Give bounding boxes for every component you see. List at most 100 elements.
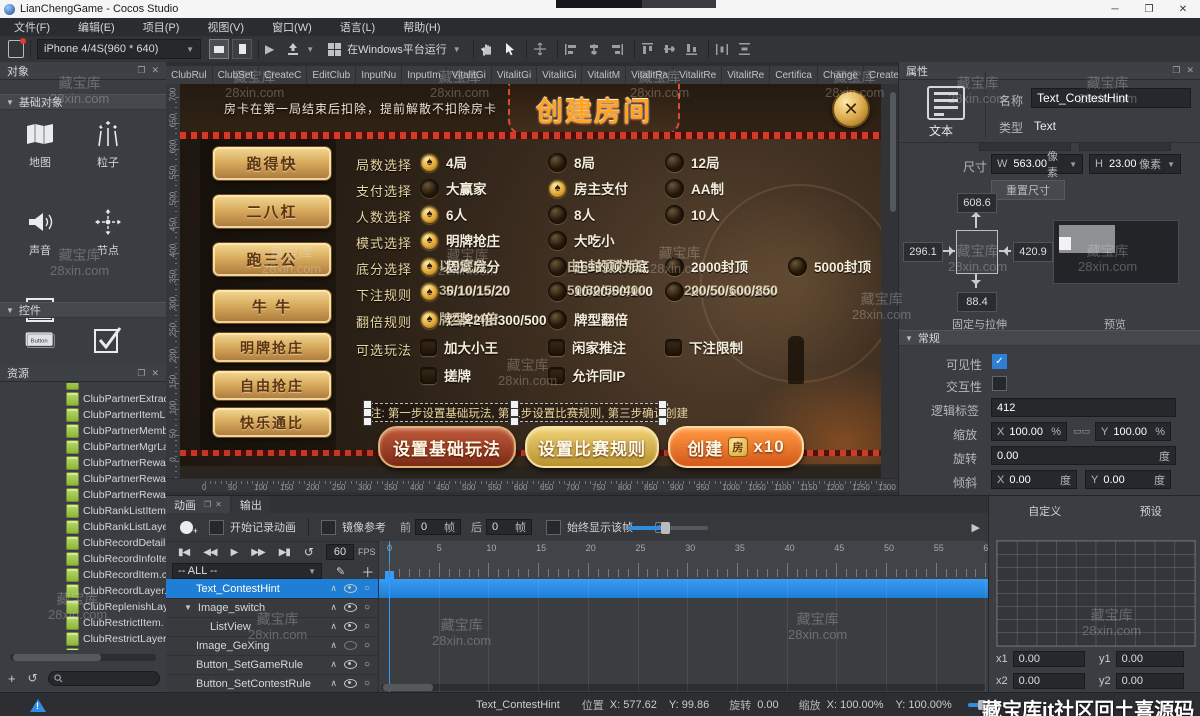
checkbox-icon[interactable]	[420, 367, 437, 384]
minimize-button[interactable]: ─	[1098, 4, 1132, 15]
curve-field-input[interactable]: 0.00	[1116, 651, 1184, 667]
last-frame-icon[interactable]: ▶▮	[279, 547, 290, 558]
resource-item[interactable]: ClubPartnerRewa	[0, 487, 166, 503]
menu-item-4[interactable]: 窗口(W)	[258, 18, 326, 36]
option-radio[interactable]: ♠固定底分以9底分	[420, 256, 500, 276]
document-tab-12[interactable]: VitalitRe	[722, 66, 769, 84]
add-animation-icon[interactable]: ＋	[361, 562, 374, 581]
game-type-button-1[interactable]: 二八杠	[212, 194, 332, 229]
timeline-track-Text_ContestHint[interactable]: Text_ContestHint∧○	[166, 579, 378, 599]
lock-icon[interactable]: ○	[364, 583, 370, 594]
radio-selected-icon[interactable]: ♠	[420, 282, 439, 301]
align-bottom-icon[interactable]	[685, 39, 698, 59]
interactive-checkbox[interactable]	[992, 376, 1007, 391]
option-radio[interactable]: 20/50/100/200200/50/600/850	[665, 282, 777, 301]
align-left-icon[interactable]	[564, 39, 578, 59]
skew-x-input[interactable]: X 0.00 度	[991, 470, 1077, 489]
first-frame-icon[interactable]: ▮◀	[178, 547, 189, 558]
document-tab-15[interactable]: CreateF	[864, 66, 898, 84]
radio-selected-icon[interactable]: ♠	[420, 205, 439, 224]
option-radio[interactable]: 5000封顶	[788, 256, 871, 276]
fast-forward-icon[interactable]: ▶▶	[251, 547, 264, 558]
publish-icon[interactable]	[286, 39, 300, 59]
radio-icon[interactable]	[548, 153, 567, 172]
option-radio[interactable]: 大吃小	[548, 230, 615, 250]
document-tab-13[interactable]: Certifica	[770, 66, 817, 84]
curve-editor-grid[interactable]	[996, 540, 1196, 647]
restore-button[interactable]: ❐	[1132, 4, 1166, 15]
document-tab-14[interactable]: Change	[818, 66, 863, 84]
selection-handle[interactable]	[658, 408, 667, 417]
tab-custom-curve[interactable]: 自定义	[1028, 503, 1061, 519]
visibility-eye-icon[interactable]	[344, 603, 357, 612]
chevron-down-icon[interactable]: ▼	[1167, 160, 1175, 169]
collapse-track-icon[interactable]: ∧	[330, 678, 337, 689]
timeline-track-Image_switch[interactable]: ▼Image_switch∧○	[166, 598, 378, 618]
anchor-bottom-value[interactable]: 88.4	[957, 292, 997, 312]
document-tab-5[interactable]: InputIm	[402, 66, 445, 84]
name-input[interactable]: Text_ContestHint	[1031, 88, 1191, 108]
option-radio[interactable]: AA制	[665, 178, 724, 198]
tab-output[interactable]: 输出	[232, 496, 270, 513]
mirror-checkbox[interactable]	[321, 520, 336, 535]
checkbox-icon[interactable]	[548, 367, 565, 384]
resource-item[interactable]: ClubRoomItemGr	[0, 647, 166, 650]
menu-item-5[interactable]: 语言(L)	[326, 18, 389, 36]
option-checkbox[interactable]: 加大小王	[420, 337, 498, 357]
resource-item[interactable]: ClubRecordDetailI	[0, 535, 166, 551]
resource-item[interactable]: ClubRecordLayer.	[0, 583, 166, 599]
visible-checkbox[interactable]: ✓	[992, 354, 1007, 369]
game-type-button-4[interactable]: 明牌抢庄	[212, 332, 332, 363]
close-panel-icon[interactable]: ✕	[215, 500, 222, 509]
option-checkbox[interactable]: 搓牌	[420, 365, 471, 385]
close-panel-icon[interactable]: ✕	[151, 368, 159, 379]
scale-x-input[interactable]: X 100.00 %	[991, 422, 1067, 441]
lock-icon[interactable]: ○	[364, 602, 370, 613]
align-top-icon[interactable]	[641, 39, 654, 59]
resource-item[interactable]: ClubPartnerItemL	[0, 407, 166, 423]
radio-icon[interactable]	[548, 231, 567, 250]
object-item-node[interactable]: 节点	[78, 208, 138, 258]
collapse-track-icon[interactable]: ∧	[330, 659, 337, 670]
track-filter-select[interactable]: -- ALL -- ▼	[172, 563, 322, 579]
anchor-right-value[interactable]: 420.9	[1013, 242, 1053, 262]
resource-item[interactable]: ClubRankListItem.	[0, 503, 166, 519]
option-checkbox[interactable]: 闲家推注	[548, 337, 626, 357]
next-frame-icon[interactable]: ▶	[972, 521, 980, 534]
document-tab-9[interactable]: VitalitM	[582, 66, 625, 84]
prev-frame-icon[interactable]: ◀◀	[203, 547, 216, 558]
section-basic-objects[interactable]: ▼基础对象	[0, 94, 166, 110]
resource-item[interactable]: ClubRecordInfoIte	[0, 551, 166, 567]
tab-preset-curve[interactable]: 预设	[1140, 503, 1162, 519]
radio-selected-icon[interactable]: ♠	[420, 310, 439, 329]
timeline-track-Button_SetGameRule[interactable]: Button_SetGameRule∧○	[166, 655, 378, 675]
document-tab-2[interactable]: CreateC	[259, 66, 306, 84]
expander-icon[interactable]: ▼	[184, 603, 192, 612]
game-type-button-6[interactable]: 快乐通比	[212, 407, 332, 438]
option-radio[interactable]: ♠6人	[420, 204, 467, 224]
collapse-track-icon[interactable]: ∧	[330, 583, 337, 594]
canvas-vscrollbar[interactable]	[890, 92, 896, 212]
select-tool-icon[interactable]	[504, 39, 516, 59]
lock-icon[interactable]: ○	[364, 659, 370, 670]
document-tab-10[interactable]: VitalitRa	[626, 66, 673, 84]
resource-item[interactable]: ClubPartnerExtrac	[0, 391, 166, 407]
selection-handle[interactable]	[363, 408, 372, 417]
option-radio[interactable]: ♠明牌抢庄	[420, 230, 500, 250]
lock-icon[interactable]: ○	[364, 678, 370, 689]
loop-icon[interactable]: ↺	[304, 545, 314, 559]
curve-field-input[interactable]: 0.00	[1116, 673, 1184, 689]
close-panel-icon[interactable]: ✕	[1186, 65, 1194, 76]
chevron-down-icon[interactable]: ▼	[1069, 160, 1077, 169]
dialog-close-button[interactable]: ✕	[832, 90, 870, 128]
align-right-icon[interactable]	[610, 39, 624, 59]
radio-selected-icon[interactable]: ♠	[420, 153, 439, 172]
footer-button-2[interactable]: 创建房x10	[668, 426, 804, 468]
option-checkbox[interactable]: 允许同IP	[548, 365, 625, 385]
publish-dropdown-icon[interactable]: ▼	[306, 45, 314, 54]
visibility-eye-icon[interactable]	[344, 622, 357, 631]
float-panel-icon[interactable]: ❐	[137, 65, 145, 76]
document-tab-3[interactable]: EditClub	[307, 66, 355, 84]
checkbox-icon[interactable]	[665, 339, 682, 356]
distribute-v-icon[interactable]	[738, 39, 751, 59]
